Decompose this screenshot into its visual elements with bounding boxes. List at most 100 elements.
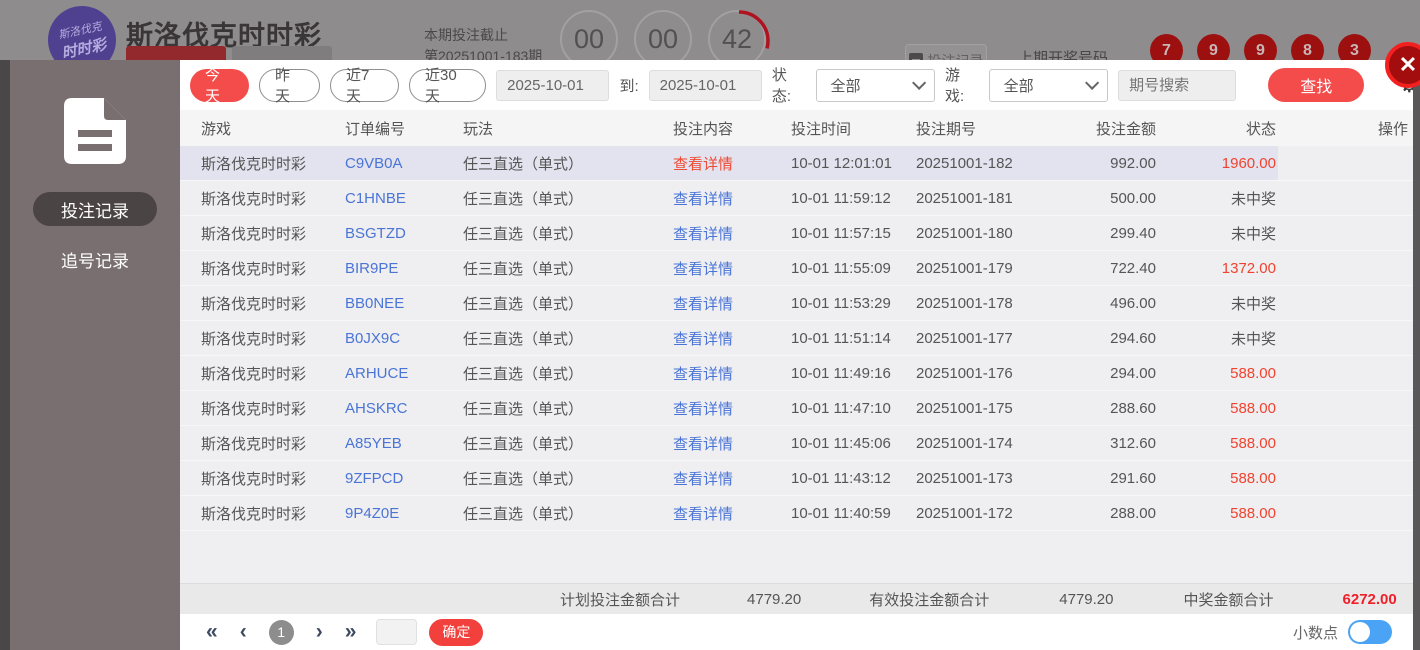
quick-filter-group: 今天 昨天 近7天 近30天 (190, 67, 487, 105)
column-header: 投注时间 (791, 120, 852, 138)
play-cell: 任三直选（单式） (463, 330, 584, 348)
document-icon (64, 98, 126, 164)
draw-number-ball: 7 (1150, 34, 1183, 60)
page-header: 斯洛伐克 时时彩 斯洛伐克时时彩 本期投注截止 第20251001-183期 0… (0, 0, 1420, 60)
header-button-red[interactable] (126, 46, 226, 60)
time-cell: 10-01 11:47:10 (791, 399, 891, 417)
header-button-gray[interactable] (232, 46, 332, 60)
quick-filter-近30天[interactable]: 近30天 (409, 67, 487, 105)
search-button[interactable]: 查找 (1268, 68, 1365, 102)
draw-number-ball: 8 (1291, 34, 1324, 60)
game-select[interactable]: 全部 (988, 68, 1109, 102)
order-link[interactable]: BSGTZD (345, 225, 463, 242)
view-detail-link[interactable]: 查看详情 (673, 153, 791, 174)
table-row[interactable]: 斯洛伐克时时彩 C9VB0A 任三直选（单式） 查看详情 10-01 12:01:01 2… (180, 146, 1420, 181)
table-row[interactable]: 斯洛伐克时时彩 9P4Z0E 任三直选（单式） 查看详情 10-01 11:40:59 2… (180, 496, 1420, 531)
view-detail-link[interactable]: 查看详情 (673, 328, 791, 349)
quick-filter-今天[interactable]: 今天 (190, 67, 249, 105)
order-link[interactable]: 9ZFPCD (345, 470, 463, 487)
date-from-input[interactable]: 2025-10-01 (496, 69, 610, 101)
game-cell: 斯洛伐克时时彩 (201, 155, 307, 173)
game-cell: 斯洛伐克时时彩 (201, 365, 307, 383)
status-cell: 未中奖 (1230, 190, 1276, 208)
game-cell: 斯洛伐克时时彩 (201, 470, 307, 488)
table-row[interactable]: 斯洛伐克时时彩 A85YEB 任三直选（单式） 查看详情 10-01 11:45:06 2… (180, 426, 1420, 461)
table-row[interactable]: 斯洛伐克时时彩 B0JX9C 任三直选（单式） 查看详情 10-01 11:51:14 2… (180, 321, 1420, 356)
order-link[interactable]: ARHUCE (345, 365, 463, 382)
view-detail-link[interactable]: 查看详情 (673, 223, 791, 244)
period-cell: 20251001-179 (916, 259, 1013, 277)
column-header: 投注金额 (1095, 120, 1156, 138)
table-row[interactable]: 斯洛伐克时时彩 BIR9PE 任三直选（单式） 查看详情 10-01 11:55:09 2… (180, 251, 1420, 286)
view-detail-link[interactable]: 查看详情 (673, 258, 791, 279)
quick-filter-昨天[interactable]: 昨天 (259, 67, 320, 105)
next-page-button[interactable]: › (316, 620, 323, 644)
summary-bar: 计划投注金额合计 4779.20 有效投注金额合计 4779.20 中奖金额合计… (180, 583, 1420, 614)
sidebar-item-bet-records[interactable]: 投注记录 (33, 192, 157, 226)
order-link[interactable]: AHSKRC (345, 400, 463, 417)
play-cell: 任三直选（单式） (463, 155, 584, 173)
last-page-button[interactable]: » (345, 620, 357, 644)
toggle-knob (1350, 622, 1370, 642)
bet-records-button-label: 投注记录 (928, 51, 984, 60)
countdown-circle: 00 (634, 10, 692, 60)
time-cell: 10-01 11:57:15 (791, 224, 891, 242)
prev-page-button[interactable]: ‹ (240, 620, 247, 644)
time-cell: 10-01 11:53:29 (791, 294, 891, 312)
countdown-timer: 00 00 42 (560, 10, 770, 60)
view-detail-link[interactable]: 查看详情 (673, 188, 791, 209)
order-link[interactable]: BB0NEE (345, 295, 463, 312)
view-detail-link[interactable]: 查看详情 (673, 468, 791, 489)
bet-records-button[interactable]: 投注记录 (905, 44, 987, 60)
order-link[interactable]: A85YEB (345, 435, 463, 452)
goto-page-input[interactable] (376, 619, 418, 645)
status-cell: 588.00 (1230, 469, 1276, 487)
order-link[interactable]: BIR9PE (345, 260, 463, 277)
view-detail-link[interactable]: 查看详情 (673, 363, 791, 384)
pagination-bar: « ‹ 1 › » 确定 小数点 (180, 614, 1420, 650)
time-cell: 10-01 11:49:16 (791, 364, 891, 382)
table-row[interactable]: 斯洛伐克时时彩 9ZFPCD 任三直选（单式） 查看详情 10-01 11:43:12 2… (180, 461, 1420, 496)
play-cell: 任三直选（单式） (463, 260, 584, 278)
view-detail-link[interactable]: 查看详情 (673, 433, 791, 454)
goto-page-confirm-button[interactable]: 确定 (429, 618, 484, 646)
status-cell: 588.00 (1230, 434, 1276, 452)
scrollbar[interactable] (1413, 60, 1420, 650)
period-search-input[interactable] (1118, 69, 1237, 101)
chevron-down-icon (1085, 75, 1100, 90)
status-cell: 588.00 (1230, 504, 1276, 522)
order-link[interactable]: B0JX9C (345, 330, 463, 347)
table-row[interactable]: 斯洛伐克时时彩 C1HNBE 任三直选（单式） 查看详情 10-01 11:59:12 2… (180, 181, 1420, 216)
view-detail-link[interactable]: 查看详情 (673, 398, 791, 419)
table-row[interactable]: 斯洛伐克时时彩 ARHUCE 任三直选（单式） 查看详情 10-01 11:49:16 2… (180, 356, 1420, 391)
chevron-down-icon (912, 75, 927, 90)
status-select[interactable]: 全部 (815, 68, 935, 102)
column-header: 状态 (1245, 120, 1276, 138)
draw-number-ball: 9 (1244, 34, 1277, 60)
game-cell: 斯洛伐克时时彩 (201, 330, 307, 348)
view-detail-link[interactable]: 查看详情 (673, 503, 791, 524)
order-link[interactable]: C1HNBE (345, 190, 463, 207)
play-cell: 任三直选（单式） (463, 365, 584, 383)
game-select-value: 全部 (1003, 77, 1034, 95)
first-page-button[interactable]: « (206, 620, 218, 644)
countdown-circle: 42 (708, 10, 770, 60)
sidebar-item-chase-records[interactable]: 追号记录 (33, 242, 157, 276)
amount-cell: 500.00 (1110, 189, 1156, 207)
order-link[interactable]: C9VB0A (345, 155, 463, 172)
amount-cell: 291.60 (1110, 469, 1156, 487)
play-cell: 任三直选（单式） (463, 400, 584, 418)
order-link[interactable]: 9P4Z0E (345, 505, 463, 522)
view-detail-link[interactable]: 查看详情 (673, 293, 791, 314)
date-to-input[interactable]: 2025-10-01 (648, 69, 762, 101)
date-to-label: 到: (619, 77, 639, 95)
win-total-value: 6272.00 (1342, 590, 1397, 608)
quick-filter-近7天[interactable]: 近7天 (330, 67, 400, 105)
amount-cell: 288.60 (1110, 399, 1156, 417)
sidebar: 投注记录 追号记录 (10, 60, 180, 650)
column-header: 玩法 (463, 120, 494, 138)
table-row[interactable]: 斯洛伐克时时彩 BSGTZD 任三直选（单式） 查看详情 10-01 11:57:15 2… (180, 216, 1420, 251)
table-row[interactable]: 斯洛伐克时时彩 AHSKRC 任三直选（单式） 查看详情 10-01 11:47:10 2… (180, 391, 1420, 426)
table-row[interactable]: 斯洛伐克时时彩 BB0NEE 任三直选（单式） 查看详情 10-01 11:53:29 2… (180, 286, 1420, 321)
decimal-toggle[interactable] (1348, 620, 1392, 644)
